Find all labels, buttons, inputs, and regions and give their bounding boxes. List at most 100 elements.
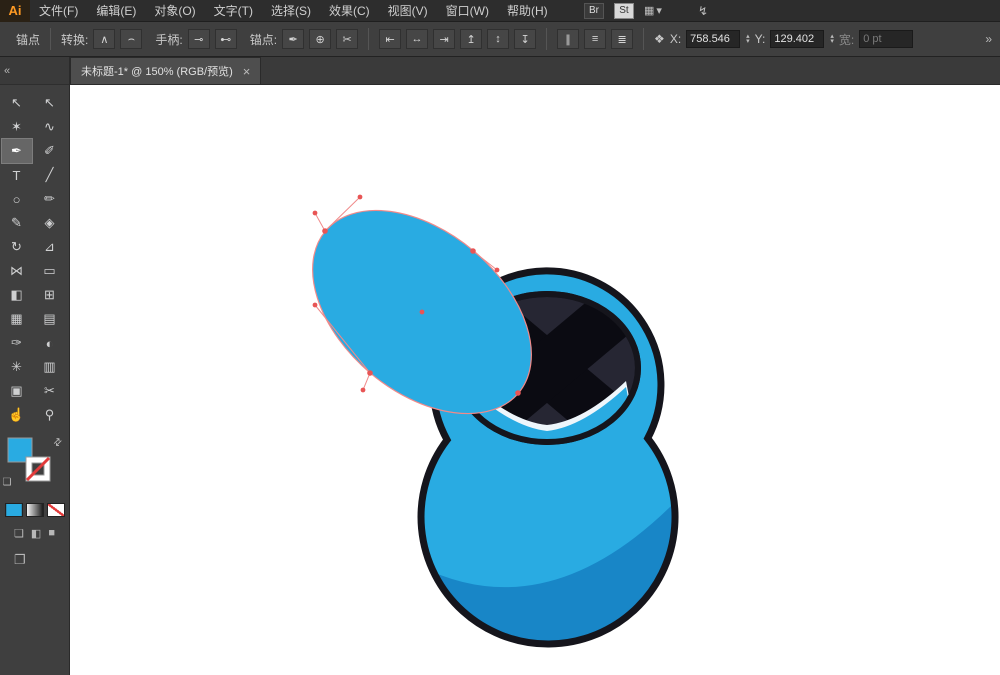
anchor-point[interactable]: [322, 228, 328, 234]
rotate-tool[interactable]: ↻: [2, 235, 32, 259]
y-stepper[interactable]: ▴ ▾: [830, 33, 834, 45]
lasso-tool[interactable]: ∿: [35, 115, 65, 139]
handle-point[interactable]: [312, 210, 318, 216]
zoom-tool[interactable]: ⚲: [35, 403, 65, 427]
stepper-down-icon[interactable]: ▾: [830, 38, 834, 45]
type-tool[interactable]: T: [2, 163, 32, 187]
pen-tool[interactable]: ✒: [0, 138, 33, 164]
reference-point-icon[interactable]: ❖: [654, 32, 665, 46]
paintbrush-tool[interactable]: ✐: [35, 139, 65, 163]
line-segment-tool[interactable]: ╱: [35, 163, 65, 187]
menu-edit[interactable]: 编辑(E): [87, 0, 145, 22]
align-left-button[interactable]: ⇤: [379, 29, 402, 49]
eyedropper-tool[interactable]: ✑: [2, 331, 32, 355]
stock-button[interactable]: St: [614, 2, 634, 19]
selection-tool[interactable]: ↖: [2, 91, 32, 115]
screen-mode-menu-icon[interactable]: ◧: [31, 527, 41, 540]
align-bottom-button[interactable]: ↧: [514, 29, 537, 49]
swap-fill-stroke-icon[interactable]: ⇄: [51, 436, 65, 450]
separator: [50, 28, 52, 50]
tab-close-icon[interactable]: ×: [243, 64, 251, 79]
ellipse-tool[interactable]: ○: [2, 187, 32, 211]
symbol-sprayer-tool[interactable]: ✳: [2, 355, 32, 379]
gradient-button[interactable]: [25, 503, 44, 517]
slice-tool[interactable]: ✂: [35, 379, 65, 403]
show-handles-button[interactable]: ⊸: [187, 29, 210, 49]
width-tool[interactable]: ⋈: [2, 259, 32, 283]
menu-object[interactable]: 对象(O): [145, 0, 204, 22]
handle-point[interactable]: [312, 302, 318, 308]
menu-view[interactable]: 视图(V): [379, 0, 437, 22]
direct-selection-tool[interactable]: ↖: [35, 91, 65, 115]
menu-window[interactable]: 窗口(W): [437, 0, 498, 22]
default-fill-stroke-icon[interactable]: ❏: [3, 477, 12, 488]
stepper-down-icon[interactable]: ▾: [746, 38, 750, 45]
color-button[interactable]: [4, 503, 23, 517]
panel-more-icon[interactable]: »: [985, 32, 992, 46]
align-middle-button[interactable]: ↕: [487, 29, 510, 49]
convert-label: 转换:: [61, 32, 89, 47]
document-tab[interactable]: 未标题-1* @ 150% (RGB/预览) ×: [70, 57, 262, 84]
gradient-tool[interactable]: ▤: [35, 307, 65, 331]
workspace-switcher[interactable]: ▦ ▾: [644, 4, 662, 17]
x-label: X:: [669, 32, 682, 46]
none-button[interactable]: [46, 503, 65, 517]
handle-point[interactable]: [357, 194, 363, 200]
shape-builder-tool[interactable]: ◧: [2, 283, 32, 307]
distribute-horizontal-button[interactable]: ∥: [557, 29, 580, 49]
handle-point[interactable]: [494, 267, 500, 273]
menu-file[interactable]: 文件(F): [30, 0, 87, 22]
drawing-mode-button[interactable]: ❐: [14, 552, 69, 568]
collapse-panel-icon[interactable]: «: [4, 65, 10, 77]
artboard-tool[interactable]: ▣: [2, 379, 32, 403]
blob-brush-tool[interactable]: ✎: [2, 211, 32, 235]
center-point[interactable]: [419, 309, 425, 315]
column-graph-tool[interactable]: ▥: [35, 355, 65, 379]
mesh-tool[interactable]: ▦: [2, 307, 32, 331]
chevron-down-icon: ▾: [656, 5, 662, 17]
connect-endpoints-button[interactable]: ⊕: [309, 29, 332, 49]
free-transform-tool[interactable]: ▭: [35, 259, 65, 283]
convert-to-smooth-button[interactable]: ⌢: [120, 29, 143, 49]
document-tab-title: 未标题-1* @ 150% (RGB/预览): [81, 66, 233, 78]
illustrator-logo: Ai: [0, 0, 30, 22]
delete-anchor-button[interactable]: ✒: [282, 29, 305, 49]
menu-type[interactable]: 文字(T): [205, 0, 262, 22]
eraser-tool[interactable]: ◈: [35, 211, 65, 235]
hand-tool[interactable]: ☝: [2, 403, 32, 427]
convert-to-corner-button[interactable]: ∧: [93, 29, 116, 49]
illustrator-window: Ai 文件(F) 编辑(E) 对象(O) 文字(T) 选择(S) 效果(C) 视…: [0, 0, 1000, 675]
scale-tool[interactable]: ⊿: [35, 235, 65, 259]
hide-handles-button[interactable]: ⊷: [214, 29, 237, 49]
align-center-button[interactable]: ↔: [406, 29, 429, 49]
distribute-vertical-button[interactable]: ≡: [584, 29, 607, 49]
pencil-tool[interactable]: ✏: [35, 187, 65, 211]
width-input[interactable]: [859, 30, 914, 48]
bridge-button[interactable]: Br: [584, 2, 604, 19]
menu-help[interactable]: 帮助(H): [498, 0, 557, 22]
power-icon: ↯: [697, 3, 708, 18]
menu-select[interactable]: 选择(S): [262, 0, 320, 22]
distribute-spacing-button[interactable]: ≣: [611, 29, 634, 49]
align-right-button[interactable]: ⇥: [433, 29, 456, 49]
perspective-grid-tool[interactable]: ⊞: [35, 283, 65, 307]
align-top-button[interactable]: ↥: [460, 29, 483, 49]
width-label: 宽:: [838, 32, 855, 47]
screen-mode-normal-icon[interactable]: ❏: [14, 527, 24, 540]
canvas[interactable]: [70, 85, 1000, 675]
magic-wand-tool[interactable]: ✶: [2, 115, 32, 139]
workspace-icon: ▦: [644, 5, 655, 17]
anchor-point[interactable]: [470, 248, 476, 254]
y-input[interactable]: [770, 30, 825, 48]
anchor-point-label: 锚点: [16, 32, 41, 47]
anchor-point[interactable]: [367, 370, 373, 376]
anchor-point[interactable]: [515, 390, 521, 396]
blend-tool[interactable]: ◐: [35, 331, 65, 355]
menu-effect[interactable]: 效果(C): [320, 0, 379, 22]
handle-point[interactable]: [360, 387, 366, 393]
x-input[interactable]: [686, 30, 741, 48]
x-stepper[interactable]: ▴ ▾: [746, 33, 750, 45]
stroke-color-swatch[interactable]: [25, 456, 51, 482]
cut-path-button[interactable]: ✂: [336, 29, 359, 49]
screen-mode-full-icon[interactable]: ■: [48, 527, 55, 540]
